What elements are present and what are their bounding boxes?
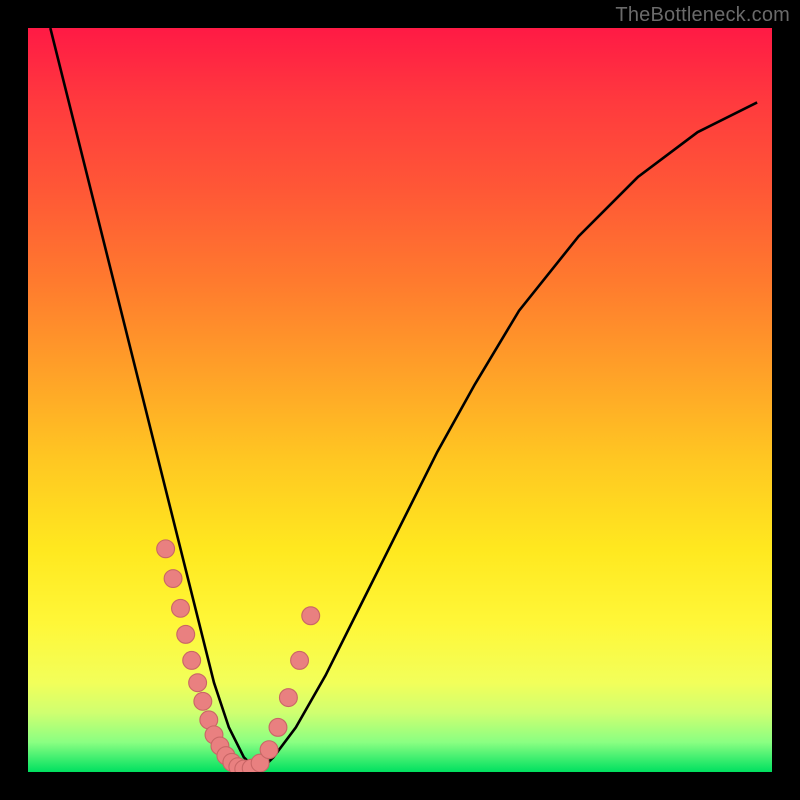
sample-dot [177,625,195,643]
sample-dots [157,540,320,772]
sample-dot [157,540,175,558]
sample-dot [269,718,287,736]
chart-frame [28,28,772,772]
sample-dot [291,651,309,669]
sample-dot [302,607,320,625]
sample-dot [189,674,207,692]
chart-svg [28,28,772,772]
bottleneck-curve [50,28,757,772]
sample-dot [183,651,201,669]
watermark-text: TheBottleneck.com [615,4,790,27]
sample-dot [172,599,190,617]
sample-dot [194,692,212,710]
sample-dot [164,570,182,588]
sample-dot [260,741,278,759]
sample-dot [279,689,297,707]
